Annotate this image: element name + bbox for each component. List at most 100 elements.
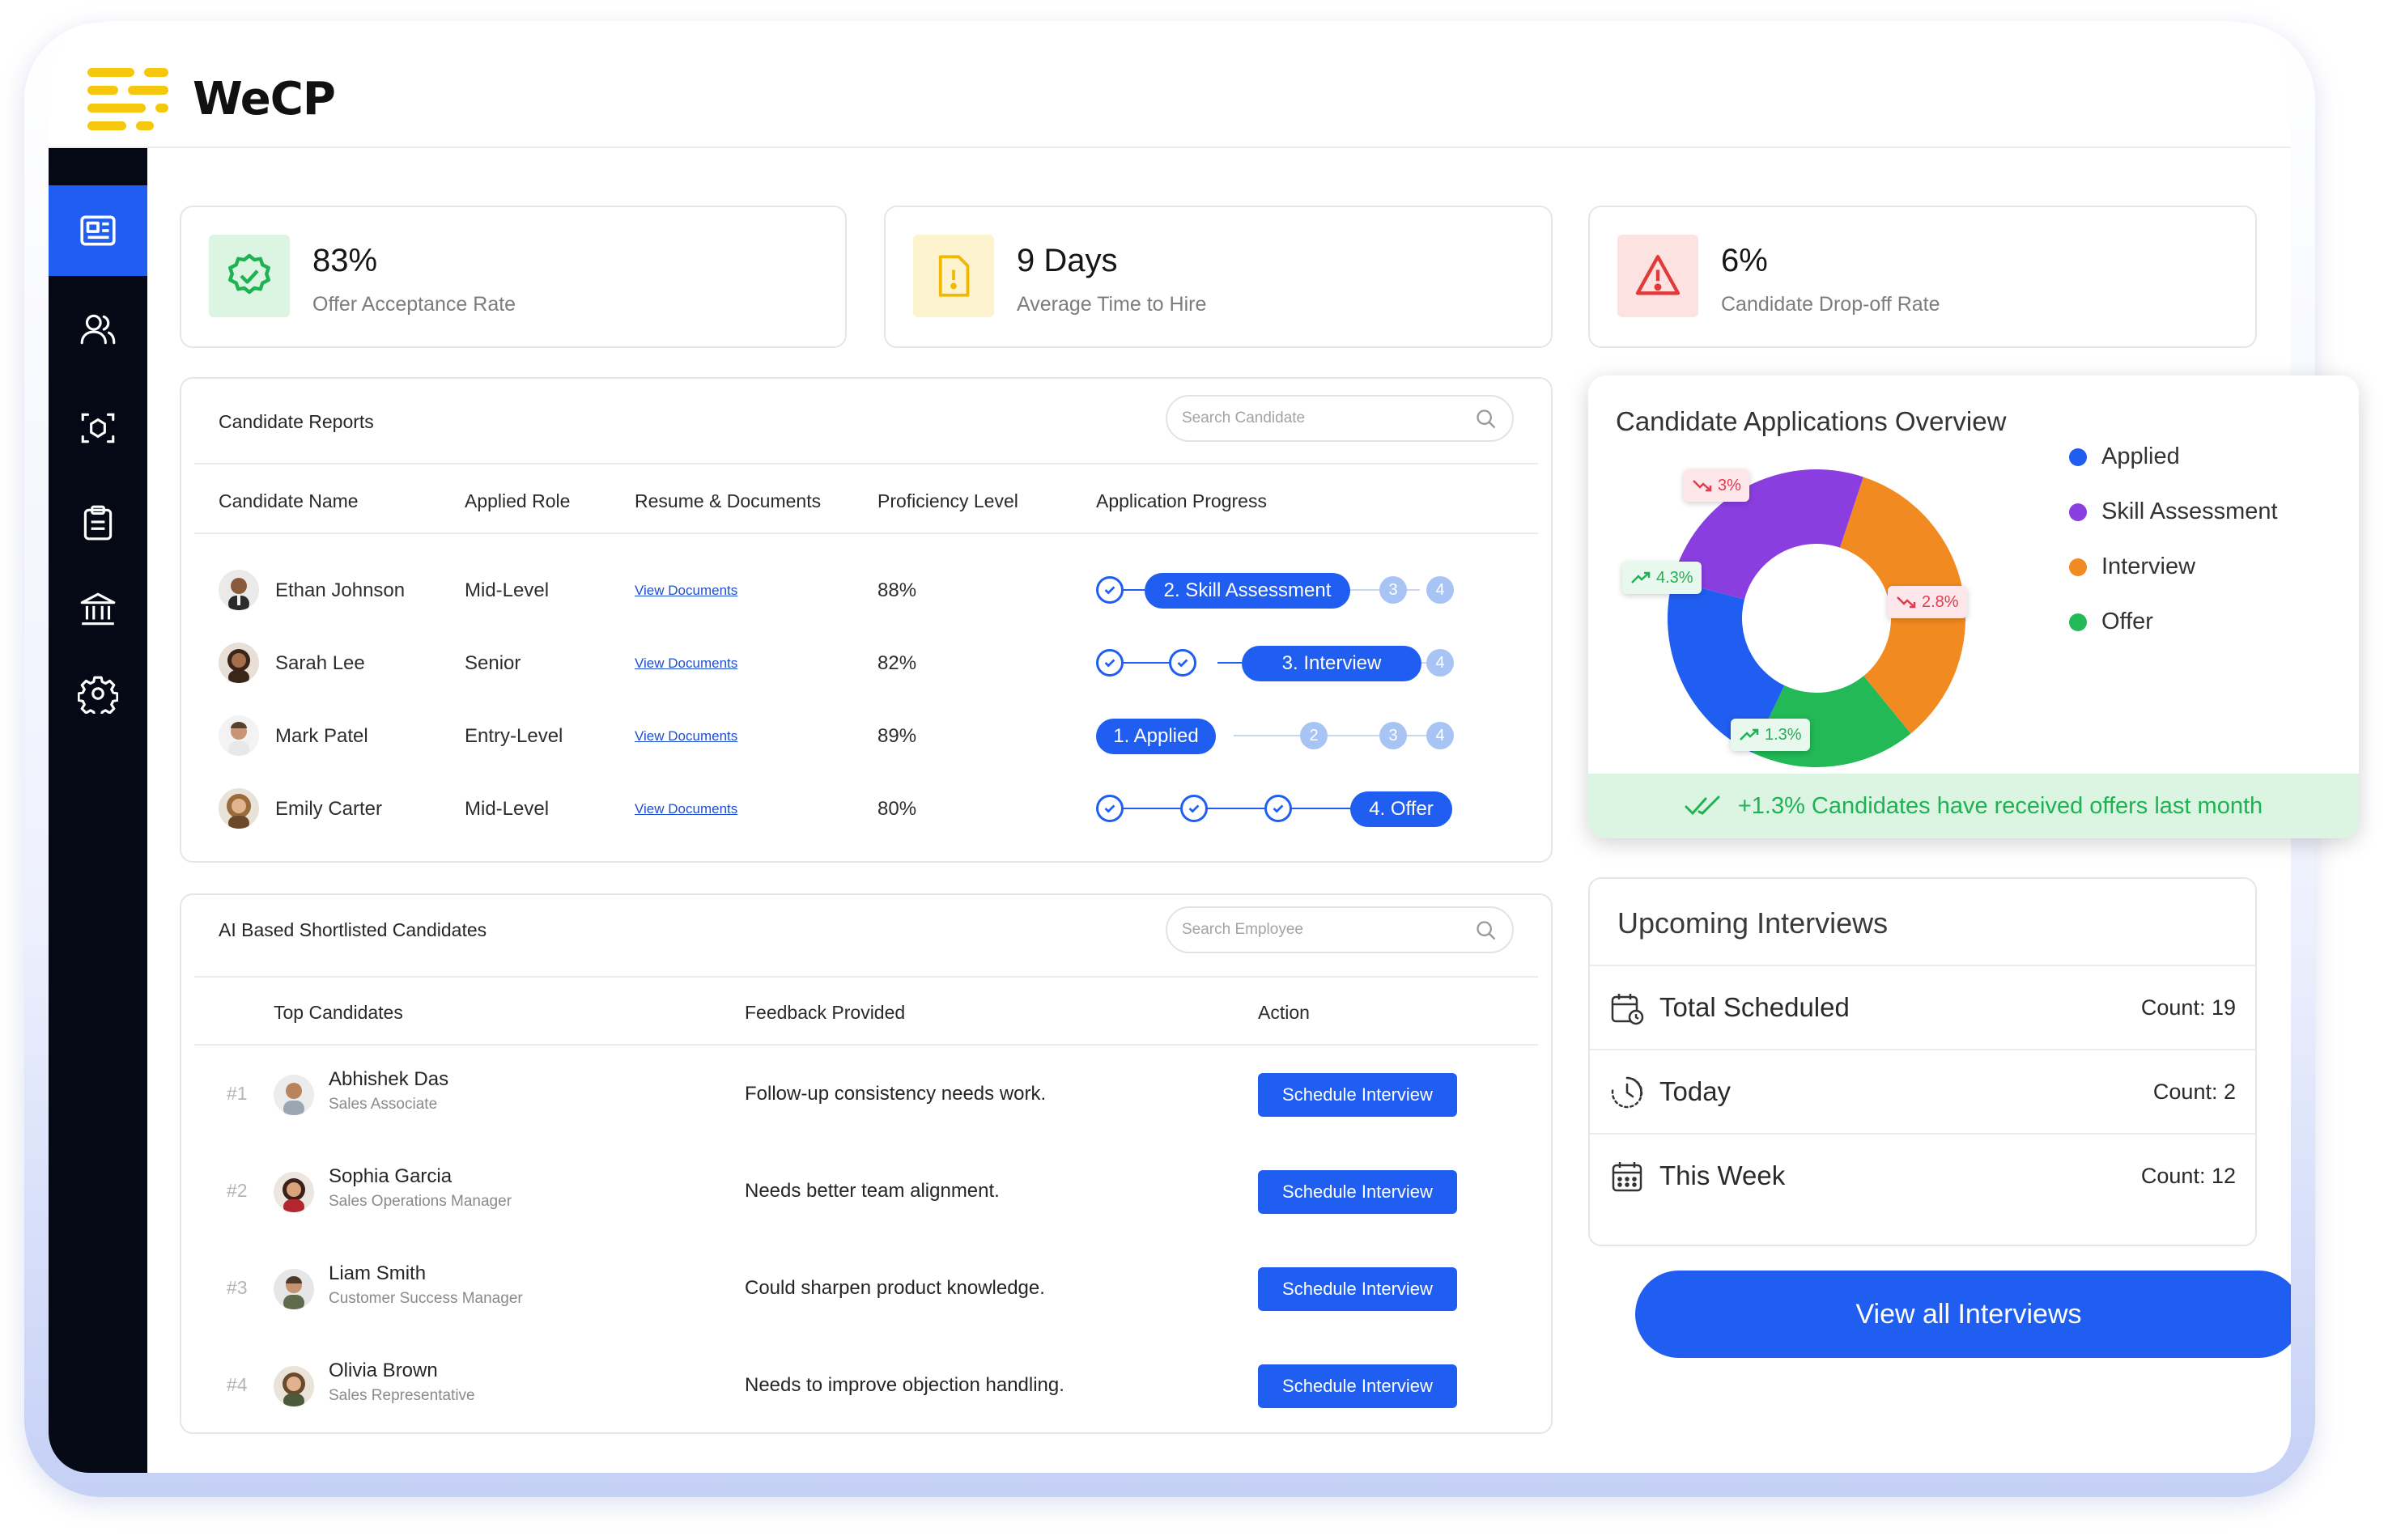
column-header: Applied Role [465,490,571,511]
view-documents-link[interactable]: View Documents [635,728,737,745]
schedule-interview-button[interactable]: Schedule Interview [1258,1267,1457,1311]
column-header: Candidate Name [219,490,359,511]
interview-summary-row[interactable]: Total Scheduled Count: 19 [1590,965,2255,1049]
interview-summary-row[interactable]: Today Count: 2 [1590,1049,2255,1133]
column-header: Resume & Documents [635,490,822,511]
stat-icon-badge [209,235,290,317]
avatar [274,1366,314,1406]
legend-swatch [2069,448,2087,466]
search-candidate-input[interactable] [1182,405,1457,432]
legend-swatch [2069,503,2087,521]
legend-item-applied: Applied [2069,443,2180,470]
candidate-name: Ethan Johnson [275,579,406,601]
sidebar-item-candidates[interactable] [49,284,147,375]
logo-mark-icon [87,66,172,131]
sidebar-item-organization[interactable] [49,564,147,655]
interview-summary-row[interactable]: This Week Count: 12 [1590,1133,2255,1217]
badge-value: 1.3% [1765,725,1802,744]
card-title: AI Based Shortlisted Candidates [219,919,487,940]
proficiency-level: 82% [877,652,917,674]
stat-label: Candidate Drop-off Rate [1721,293,1940,316]
schedule-interview-button[interactable]: Schedule Interview [1258,1073,1457,1117]
search-icon[interactable] [1475,408,1498,431]
sidebar-item-dashboard[interactable] [49,185,147,276]
avatar [274,1075,314,1115]
applied-role: Mid-Level [465,579,550,601]
trend-up-icon [1740,728,1759,740]
offers-summary-banner: +1.3% Candidates have received offers la… [1588,774,2359,838]
stat-value: 83% [312,243,378,278]
step-complete-check [1096,576,1124,604]
offer-change-badge: 1.3% [1731,719,1810,751]
search-candidate-box [1166,395,1514,442]
newspaper-icon [80,215,116,246]
applied-role: Entry-Level [465,725,563,747]
legend-label: Skill Assessment [2101,498,2278,524]
banner-text: +1.3% Candidates have received offers la… [1737,792,2263,819]
view-documents-link[interactable]: View Documents [635,801,737,817]
feedback-text: Could sharpen product knowledge. [745,1277,1045,1299]
legend-item-skill-assessment: Skill Assessment [2069,498,2278,525]
trend-up-icon [1631,571,1651,583]
bank-icon [80,592,116,626]
proficiency-level: 88% [877,579,917,601]
calendar-clock-icon [1611,994,1644,1025]
search-employee-input[interactable] [1182,916,1457,944]
candidate-name: Sophia Garcia [329,1165,453,1187]
candidate-name: Abhishek Das [329,1068,449,1090]
view-all-interviews-button[interactable]: View all Interviews [1635,1271,2291,1358]
stat-card-time-to-hire: 9 Days Average Time to Hire [884,206,1553,348]
clock-icon [1611,1076,1643,1109]
row-label: This Week [1659,1160,1786,1190]
legend-label: Interview [2101,554,2196,579]
step-number: 4 [1426,576,1454,604]
candidate-role: Sales Representative [329,1387,475,1404]
avatar [274,1269,314,1309]
badge-value: 4.3% [1656,568,1693,587]
ai-shortlist-card: AI Based Shortlisted Candidates Top Cand… [180,893,1553,1434]
legend-label: Applied [2101,443,2180,469]
step-number: 4 [1426,649,1454,677]
avatar [219,570,259,610]
badge-value: 2.8% [1922,592,1959,611]
current-stage-pill: 3. Interview [1242,646,1421,681]
logo-text: WeCP [193,72,336,125]
upcoming-interviews-card: Upcoming Interviews Total Scheduled Coun… [1588,877,2257,1246]
stat-label: Offer Acceptance Rate [312,293,516,316]
stat-value: 6% [1721,243,1768,278]
feedback-text: Needs to improve objection handling. [745,1374,1064,1396]
rank: #3 [227,1277,248,1298]
legend-swatch [2069,558,2087,576]
interview-change-badge: 2.8% [1888,586,1967,618]
stat-icon-document [913,235,994,317]
legend-item-offer: Offer [2069,609,2153,635]
search-employee-box [1166,906,1514,953]
card-title: Upcoming Interviews [1617,906,1889,940]
step-complete-check [1264,795,1292,822]
view-documents-link[interactable]: View Documents [635,655,737,672]
logo[interactable]: WeCP [87,66,336,131]
current-stage-pill: 4. Offer [1350,791,1452,827]
step-complete-check [1096,795,1124,822]
stat-label: Average Time to Hire [1017,293,1207,316]
badge-check-icon [228,253,270,295]
warning-triangle-icon [1635,255,1681,295]
search-icon[interactable] [1475,919,1498,942]
stat-card-offer-acceptance: 83% Offer Acceptance Rate [180,206,847,348]
header-divider [49,146,2291,148]
column-header: Top Candidates [274,1002,403,1023]
row-label: Today [1659,1076,1732,1106]
feedback-text: Needs better team alignment. [745,1180,1000,1202]
schedule-interview-button[interactable]: Schedule Interview [1258,1364,1457,1408]
view-documents-link[interactable]: View Documents [635,583,737,599]
schedule-interview-button[interactable]: Schedule Interview [1258,1170,1457,1214]
candidate-role: Sales Associate [329,1096,438,1113]
focus-cube-icon [81,413,115,443]
card-title: Candidate Applications Overview [1616,406,2007,436]
sidebar-item-reports[interactable] [49,478,147,569]
step-number: 4 [1426,722,1454,749]
sidebar-item-assessments[interactable] [49,383,147,473]
sidebar-item-settings[interactable] [49,648,147,739]
column-header: Proficiency Level [877,490,1018,511]
calendar-icon [1612,1162,1642,1192]
